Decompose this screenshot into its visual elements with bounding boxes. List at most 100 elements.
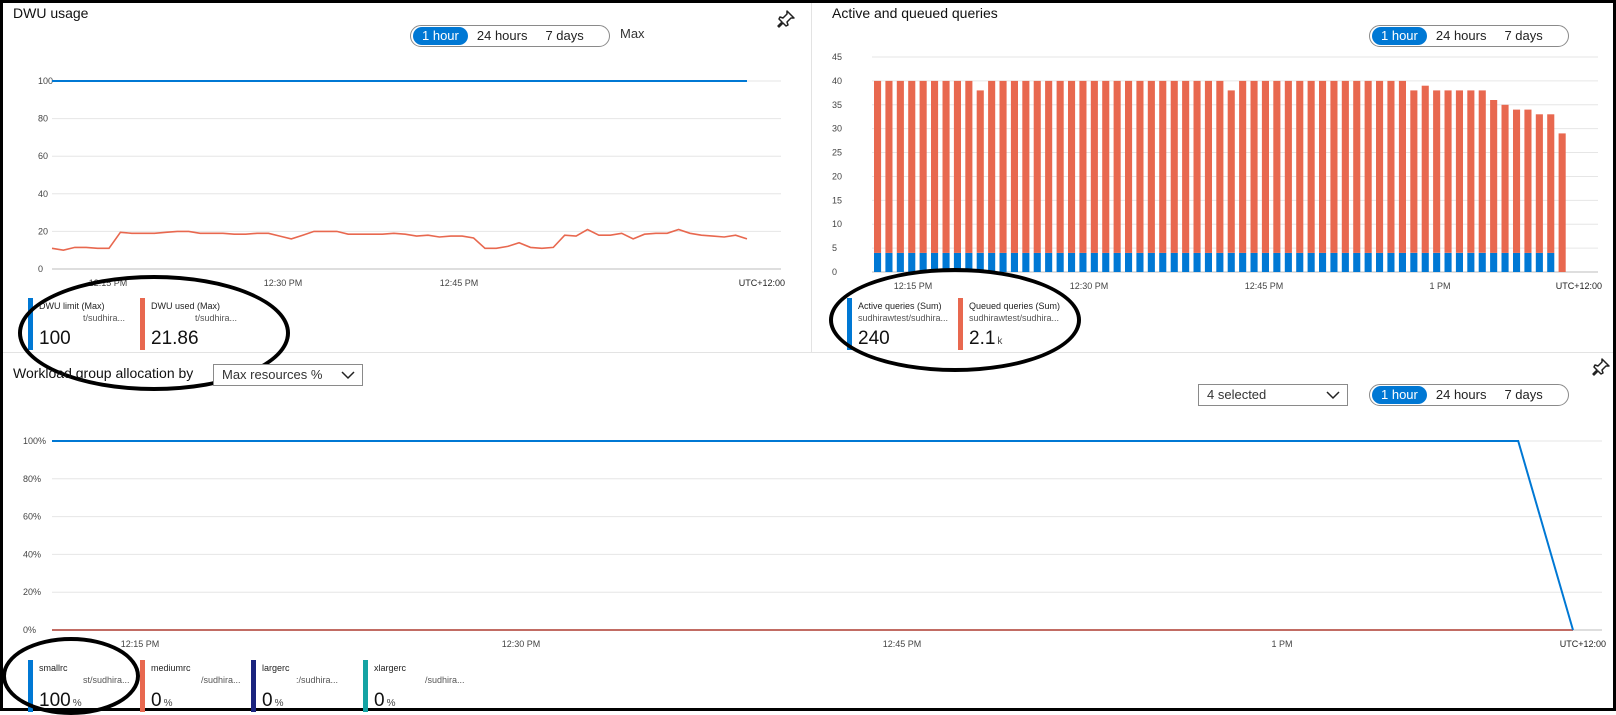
x-tick-label: 12:45 PM <box>1245 281 1284 291</box>
bar-active-queries <box>874 252 882 272</box>
bar-queued-queries <box>1467 90 1475 253</box>
x-tick-label: 12:30 PM <box>1070 281 1109 291</box>
bar-active-queries <box>1524 252 1532 272</box>
legend-largerc[interactable]: largerc :/sudhira... 0% <box>251 660 361 712</box>
bar-active-queries <box>1136 252 1144 272</box>
timezone-label: UTC+12:00 <box>1556 281 1602 291</box>
workload-allocation-chart: 100% 80% 60% 40% 20% 0% 12:15 PM 12:30 PM 12:45 … <box>23 436 1606 649</box>
bar-active-queries <box>1353 252 1361 272</box>
y-tick-label: 35 <box>832 100 842 110</box>
bar-queued-queries <box>942 80 950 253</box>
bar-active-queries <box>1376 252 1384 272</box>
bar-active-queries <box>1045 252 1053 272</box>
workload-allocation-panel: Workload group allocation by Max resourc… <box>0 353 1616 715</box>
bar-queued-queries <box>1307 80 1315 253</box>
legend-series-name: xlargerc <box>374 663 407 673</box>
bar-active-queries <box>1330 252 1338 272</box>
y-tick-label: 15 <box>832 195 842 205</box>
active-queued-queries-chart: 45403530252015105012:15 PM 12:30 PM 12:45 … <box>832 52 1602 291</box>
y-tick-label: 10 <box>832 219 842 229</box>
legend-color-swatch <box>140 660 145 712</box>
bar-queued-queries <box>1216 80 1224 253</box>
legend-value-unit: % <box>163 698 173 709</box>
bar-queued-queries <box>1250 80 1258 253</box>
legend-mediumrc[interactable]: mediumrc /sudhira... 0% <box>140 660 250 712</box>
y-tick-label: 25 <box>832 148 842 158</box>
y-tick-label: 45 <box>832 52 842 62</box>
dwu-usage-panel: DWU usage 1 hour 24 hours 7 days Max 100… <box>0 0 811 391</box>
legend-value: 0% <box>374 690 395 712</box>
bar-queued-queries <box>1033 80 1041 253</box>
bar-queued-queries <box>1410 90 1418 253</box>
bar-queued-queries <box>1353 80 1361 253</box>
bar-active-queries <box>1387 252 1395 272</box>
x-tick-label: 1 PM <box>1429 281 1450 291</box>
bar-queued-queries <box>1433 90 1441 253</box>
bar-active-queries <box>1250 252 1258 272</box>
bar-queued-queries <box>1455 90 1463 253</box>
legend-color-swatch <box>363 660 368 712</box>
y-tick-label: 20 <box>38 226 48 236</box>
bar-queued-queries <box>885 80 893 253</box>
bar-queued-queries <box>1501 104 1509 253</box>
legend-series-name: largerc <box>262 663 290 673</box>
bar-active-queries <box>1444 252 1452 272</box>
bar-queued-queries <box>1376 80 1384 253</box>
legend-value-number: 0 <box>262 690 273 711</box>
bar-queued-queries <box>1068 80 1076 253</box>
bar-queued-queries <box>1204 80 1212 253</box>
bar-queued-queries <box>1090 80 1098 253</box>
active-queued-queries-panel: Active and queued queries 1 hour 24 hour… <box>812 0 1616 372</box>
bar-active-queries <box>1239 252 1247 272</box>
legend-xlargerc[interactable]: xlargerc /sudhira... 0% <box>363 660 473 712</box>
bar-queued-queries <box>953 80 961 253</box>
x-tick-label: 12:15 PM <box>121 639 160 649</box>
y-tick-label: 30 <box>832 124 842 134</box>
bar-active-queries <box>1204 252 1212 272</box>
bar-queued-queries <box>908 80 916 253</box>
bar-active-queries <box>885 252 893 272</box>
bar-active-queries <box>1090 252 1098 272</box>
bar-active-queries <box>1010 252 1018 272</box>
series-line-smallrc <box>52 440 1574 631</box>
bar-active-queries <box>999 252 1007 272</box>
bar-queued-queries <box>1341 80 1349 253</box>
bar-active-queries <box>1261 252 1269 272</box>
bar-queued-queries <box>1444 90 1452 253</box>
bar-active-queries <box>1056 252 1064 272</box>
y-tick-label: 60 <box>38 151 48 161</box>
bar-active-queries <box>1284 252 1292 272</box>
bar-active-queries <box>1433 252 1441 272</box>
bar-queued-queries <box>1159 80 1167 253</box>
bar-active-queries <box>1182 252 1190 272</box>
bar-active-queries <box>1227 252 1235 272</box>
y-tick-label: 5 <box>832 243 837 253</box>
bar-active-queries <box>1455 252 1463 272</box>
bar-active-queries <box>1273 252 1281 272</box>
y-tick-label: 40 <box>832 76 842 86</box>
timezone-label: UTC+12:00 <box>739 278 785 288</box>
bar-active-queries <box>1079 252 1087 272</box>
bar-queued-queries <box>1147 80 1155 253</box>
bar-queued-queries <box>1547 114 1555 253</box>
bar-active-queries <box>1125 252 1133 272</box>
legend-value-unit: % <box>386 698 396 709</box>
bar-queued-queries <box>1513 109 1521 253</box>
bar-queued-queries <box>1319 80 1327 253</box>
bar-active-queries <box>1398 252 1406 272</box>
timezone-label: UTC+12:00 <box>1560 639 1606 649</box>
bar-active-queries <box>1535 252 1543 272</box>
bar-active-queries <box>1033 252 1041 272</box>
bar-active-queries <box>1216 252 1224 272</box>
y-tick-label: 100% <box>23 436 46 446</box>
bar-active-queries <box>1147 252 1155 272</box>
legend-series-resource: /sudhira... <box>425 675 465 685</box>
bar-active-queries <box>1193 252 1201 272</box>
bar-active-queries <box>1501 252 1509 272</box>
y-tick-label: 60% <box>23 512 41 522</box>
x-tick-label: 1 PM <box>1271 639 1292 649</box>
bar-active-queries <box>1296 252 1304 272</box>
bar-queued-queries <box>1490 100 1498 253</box>
bar-queued-queries <box>1079 80 1087 253</box>
bar-active-queries <box>1113 252 1121 272</box>
